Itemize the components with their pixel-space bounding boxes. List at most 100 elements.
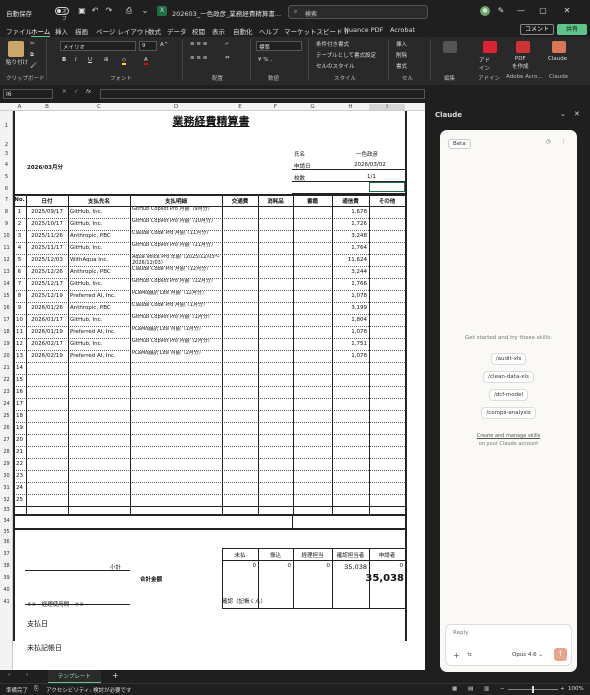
more-icon[interactable]: ⌄: [140, 6, 150, 16]
border-icon[interactable]: ⊞: [104, 57, 109, 63]
currency-icon[interactable]: ¥ % ,: [258, 57, 272, 63]
skill-audit-xls[interactable]: /audit-xls: [440, 353, 577, 365]
paste-label[interactable]: 貼り付け: [6, 58, 28, 66]
zoom-in-icon[interactable]: +: [560, 686, 565, 692]
wrap-icon[interactable]: ⤶: [225, 41, 228, 48]
search-box[interactable]: ⌕ 検索: [288, 5, 428, 19]
quickprint-icon[interactable]: ⎙: [124, 6, 134, 16]
row-number[interactable]: 23: [0, 389, 13, 395]
tab-automate[interactable]: 自動化: [233, 26, 253, 36]
cancel-icon[interactable]: ✕: [62, 89, 67, 95]
italic-icon[interactable]: I: [75, 57, 77, 63]
row-number[interactable]: 37: [0, 551, 13, 557]
row-number[interactable]: 36: [0, 539, 13, 545]
edit-icon[interactable]: [443, 41, 457, 53]
row-number[interactable]: 12: [0, 257, 13, 263]
model-select[interactable]: Opus 4.6 ⌄: [512, 652, 543, 658]
row-number[interactable]: 7: [0, 197, 13, 203]
row-number[interactable]: 20: [0, 353, 13, 359]
fill-color-icon[interactable]: ◇: [122, 57, 127, 65]
font-name-select[interactable]: メイリオ: [60, 41, 136, 51]
row-number[interactable]: 25: [0, 413, 13, 419]
row-number[interactable]: 27: [0, 437, 13, 443]
row-number[interactable]: 29: [0, 461, 13, 467]
pdf-icon[interactable]: [516, 41, 530, 53]
underline-icon[interactable]: U: [88, 57, 92, 63]
row-number[interactable]: 32: [0, 497, 13, 503]
minimize-icon[interactable]: —: [516, 6, 526, 16]
pdf-label[interactable]: PDF を作成: [512, 56, 529, 70]
row-number[interactable]: 9: [0, 221, 13, 227]
share-button[interactable]: 共有: [557, 24, 587, 35]
row-number[interactable]: 34: [0, 518, 13, 524]
row-number[interactable]: 39: [0, 575, 13, 581]
tab-formulas[interactable]: 数式: [148, 26, 161, 36]
add-icon[interactable]: +: [453, 651, 460, 660]
row-number[interactable]: 18: [0, 329, 13, 335]
reply-input[interactable]: Reply: [453, 630, 468, 636]
enter-icon[interactable]: ✓: [74, 89, 79, 95]
save-icon[interactable]: ▣: [77, 6, 87, 16]
page-layout-icon[interactable]: ▤: [468, 686, 473, 692]
align-top-icon[interactable]: ≡ ≡ ≡: [190, 41, 207, 47]
prev-sheet-icon[interactable]: ‹: [8, 672, 10, 678]
insert-cells-button[interactable]: 挿入: [396, 40, 407, 48]
macro-icon[interactable]: ⎘: [34, 686, 38, 693]
tab-review[interactable]: 校閲: [192, 26, 205, 36]
comment-button[interactable]: コメント: [520, 24, 554, 35]
row-number[interactable]: 1: [0, 123, 13, 129]
name-box[interactable]: I6: [3, 89, 53, 99]
align-left-icon[interactable]: ≡ ≡ ≡: [190, 55, 207, 61]
format-cells-button[interactable]: 書式: [396, 62, 407, 70]
avatar[interactable]: ●: [480, 6, 490, 16]
format-painter-icon[interactable]: 🖌: [30, 63, 37, 69]
pen-icon[interactable]: ✎: [496, 6, 506, 16]
row-number[interactable]: 33: [0, 507, 13, 513]
tools-icon[interactable]: ⇆: [467, 652, 472, 658]
row-number[interactable]: 35: [0, 529, 13, 535]
send-icon[interactable]: ↑: [554, 648, 567, 661]
fx-icon[interactable]: fx: [86, 89, 91, 95]
cond-format-button[interactable]: 条件付き書式: [316, 40, 349, 48]
row-number[interactable]: 28: [0, 449, 13, 455]
row-number[interactable]: 38: [0, 563, 13, 569]
row-number[interactable]: 5: [0, 174, 13, 180]
maximize-icon[interactable]: ▢: [538, 6, 548, 16]
delete-cells-button[interactable]: 削除: [396, 51, 407, 59]
next-sheet-icon[interactable]: ›: [26, 672, 28, 678]
cut-icon[interactable]: ✂: [30, 41, 35, 47]
skill-clean-data-xls[interactable]: /clean-data-xls: [440, 371, 577, 383]
row-number[interactable]: 2: [0, 142, 13, 148]
font-size-select[interactable]: 9: [139, 41, 157, 51]
skill-comps-analysis[interactable]: /comps-analysis: [440, 407, 577, 419]
tab-insert[interactable]: 挿入: [55, 26, 68, 36]
row-number[interactable]: 13: [0, 269, 13, 275]
row-number[interactable]: 22: [0, 377, 13, 383]
tab-acrobat[interactable]: Acrobat: [390, 26, 415, 34]
tab-marketspeed[interactable]: マーケットスピード II: [284, 26, 348, 36]
row-number[interactable]: 16: [0, 305, 13, 311]
zoom-slider[interactable]: [508, 686, 558, 693]
skill-dcf-model[interactable]: /dcf-model: [440, 389, 577, 401]
row-number[interactable]: 10: [0, 233, 13, 239]
number-format-select[interactable]: 標準: [256, 41, 302, 51]
paste-icon[interactable]: [8, 41, 24, 57]
row-number[interactable]: 31: [0, 485, 13, 491]
row-number[interactable]: 8: [0, 209, 13, 215]
row-number[interactable]: 6: [0, 186, 13, 192]
row-number[interactable]: 19: [0, 341, 13, 347]
worksheet[interactable]: A B C D E F G H I 1 2 3 4 5 6 7 8 9 10 11 12 13 14 15 1…: [0, 103, 425, 670]
row-number[interactable]: 26: [0, 425, 13, 431]
font-grow-icon[interactable]: A^: [160, 42, 168, 48]
row-number[interactable]: 21: [0, 365, 13, 371]
font-color-icon[interactable]: A: [144, 57, 148, 65]
row-number[interactable]: 30: [0, 473, 13, 479]
tab-page-layout[interactable]: ページ レイアウト: [96, 26, 150, 36]
tab-home[interactable]: ホーム: [31, 26, 51, 37]
row-number[interactable]: 14: [0, 281, 13, 287]
merge-icon[interactable]: ⇔: [225, 55, 230, 61]
accessibility-status[interactable]: アクセシビリティ: 検討が必要です: [46, 686, 132, 694]
zoom-out-icon[interactable]: −: [500, 686, 505, 692]
normal-view-icon[interactable]: ▦: [452, 686, 457, 692]
addin-icon[interactable]: [483, 41, 497, 53]
